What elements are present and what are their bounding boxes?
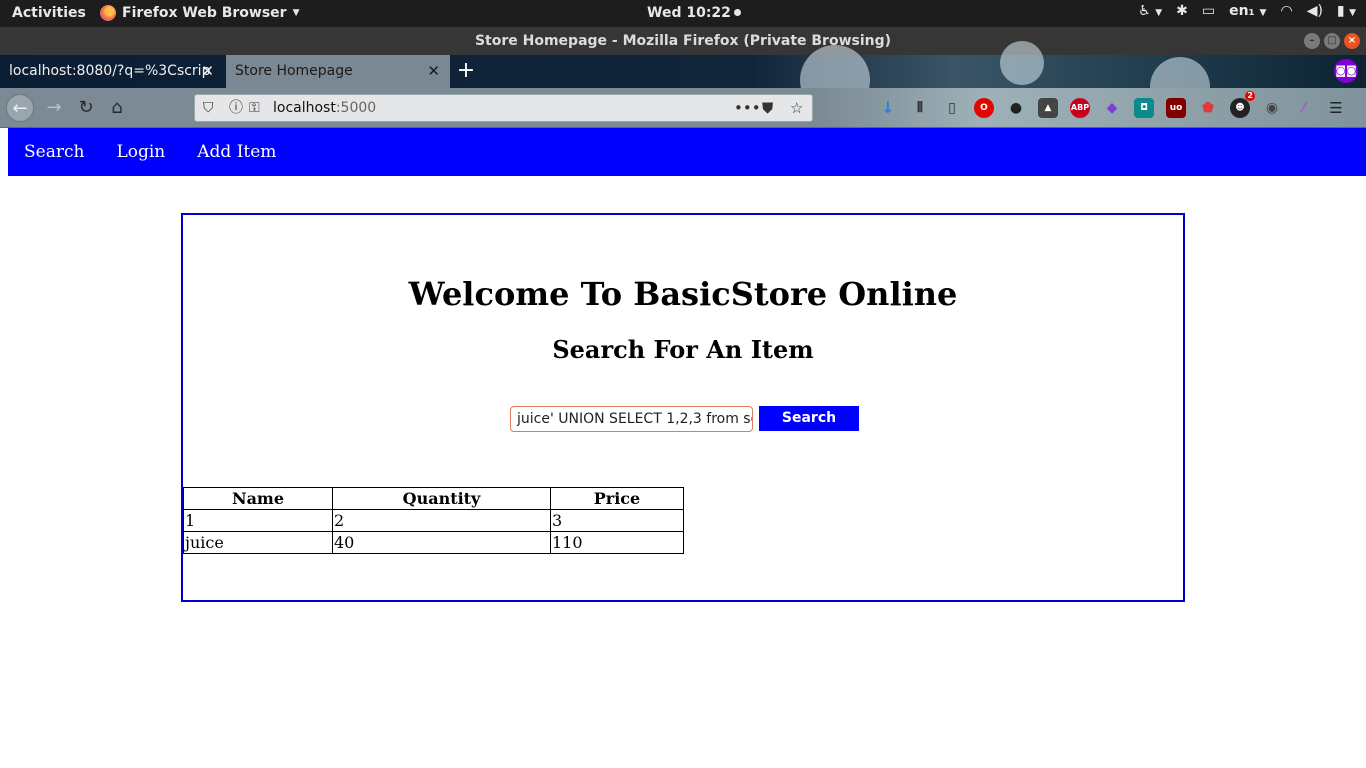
more-actions-icon[interactable]: ••• [734, 95, 761, 121]
close-window-icon[interactable]: × [1344, 33, 1360, 49]
results-table: Name Quantity Price 1 2 3 juice 40 110 [183, 487, 684, 554]
adblock-plus-icon[interactable]: ABP [1070, 98, 1090, 118]
sidebar-icon[interactable]: ▯ [942, 98, 962, 118]
table-row: juice 40 110 [183, 531, 684, 554]
firefox-icon [100, 5, 116, 21]
hamburger-menu-icon[interactable]: ☰ [1326, 98, 1346, 118]
main-content-box: Welcome To BasicStore Online Search For … [181, 213, 1185, 602]
site-nav-bar: Search Login Add Item [8, 128, 1366, 176]
ublock-icon[interactable]: uo [1166, 98, 1186, 118]
system-top-bar: Activities Firefox Web Browser ▼ Wed 10:… [0, 0, 1366, 27]
notification-badge: 2 [1245, 91, 1255, 101]
maximize-icon[interactable]: □ [1324, 33, 1340, 49]
tab-label: Store Homepage [235, 63, 353, 79]
close-icon[interactable]: ✕ [427, 55, 440, 88]
camera-extension-icon[interactable]: ◘ [1134, 98, 1154, 118]
library-icon[interactable]: ⫴ [910, 98, 930, 118]
minimize-icon[interactable]: – [1304, 33, 1320, 49]
download-icon[interactable]: ↓ [878, 98, 898, 118]
search-button[interactable]: Search [759, 406, 859, 431]
battery-icon[interactable]: ▮ ▼ [1337, 3, 1356, 19]
column-header-quantity: Quantity [332, 487, 551, 510]
hat-extension-icon[interactable]: ▲ [1038, 98, 1058, 118]
column-header-price: Price [550, 487, 684, 510]
system-tray[interactable]: ♿ ▼ ✱ ▭ en₁ ▼ ◠ ◀) ▮ ▼ [1138, 3, 1356, 19]
volume-icon[interactable]: ◀) [1307, 3, 1323, 19]
close-icon[interactable]: ✕ [201, 55, 214, 88]
key-icon[interactable]: ⚿ [249, 95, 260, 121]
nav-link-search[interactable]: Search [8, 128, 100, 176]
new-tab-icon[interactable]: + [456, 58, 476, 83]
cell-quantity: 40 [332, 531, 551, 554]
activities-button[interactable]: Activities [12, 5, 86, 21]
account-icon[interactable]: ◉ [1262, 98, 1282, 118]
theme-bokeh [1000, 41, 1044, 85]
tab-strip: localhost:8080/?q=%3Cscrip ✕ Store Homep… [0, 41, 1366, 117]
tab-label: localhost:8080/?q=%3Cscrip [9, 63, 211, 79]
window-controls: – □ × [1304, 33, 1360, 49]
bookmark-star-icon[interactable]: ☆ [790, 95, 803, 121]
url-text: localhost:5000 [273, 95, 376, 121]
table-header-row: Name Quantity Price [183, 487, 684, 510]
language-indicator[interactable]: en₁ ▼ [1229, 3, 1266, 19]
pocket-icon[interactable]: ⛊ [762, 95, 773, 121]
clock-label: Wed 10:22 [647, 5, 731, 21]
diamond-extension-icon[interactable]: ◆ [1102, 98, 1122, 118]
home-icon[interactable]: ⌂ [103, 94, 131, 122]
url-host: localhost [273, 100, 336, 116]
search-input[interactable]: juice' UNION SELECT 1,2,3 from sq [510, 406, 753, 432]
url-bar[interactable]: ⛉ ⓘ ⚿ localhost:5000 ••• ⛊ ☆ [194, 94, 813, 122]
display-icon[interactable]: ▭ [1202, 3, 1215, 19]
back-icon[interactable]: ← [6, 94, 34, 122]
url-port: :5000 [335, 100, 377, 116]
language-label: en₁ [1229, 3, 1255, 19]
brush-extension-icon[interactable]: ⁄ [1294, 98, 1314, 118]
app-menu-label: Firefox Web Browser [122, 5, 287, 21]
tab-localhost-8080[interactable]: localhost:8080/?q=%3Cscrip ✕ [0, 55, 224, 88]
column-header-name: Name [183, 487, 333, 510]
accessibility-icon[interactable]: ♿ ▼ [1138, 3, 1162, 19]
shield-icon[interactable]: ⛉ [203, 95, 214, 121]
private-browsing-icon: ◙◙ [1334, 59, 1358, 83]
nav-link-login[interactable]: Login [100, 128, 181, 176]
cell-quantity: 2 [332, 509, 551, 532]
privacy-badger-icon[interactable]: ⬟ [1198, 98, 1218, 118]
tab-store-homepage[interactable]: Store Homepage ✕ [226, 55, 450, 88]
table-row: 1 2 3 [183, 509, 684, 532]
ghostery-icon[interactable]: ☻ 2 [1230, 91, 1255, 118]
reload-icon[interactable]: ↻ [72, 94, 100, 122]
nav-toolbar: ← → ↻ ⌂ ⛉ ⓘ ⚿ localhost:5000 ••• ⛊ ☆ ↓ ⫴… [0, 88, 1366, 128]
notification-dot-icon [733, 9, 741, 16]
cell-name: 1 [183, 509, 333, 532]
cell-name: juice [183, 531, 333, 554]
cell-price: 3 [550, 509, 684, 532]
app-menu[interactable]: Firefox Web Browser ▼ [100, 5, 300, 21]
page-subtitle: Search For An Item [552, 335, 814, 364]
wifi-icon[interactable]: ◠ [1280, 3, 1292, 19]
chevron-down-icon: ▼ [292, 8, 300, 18]
clock[interactable]: Wed 10:22 [647, 5, 741, 21]
page-title: Welcome To BasicStore Online [408, 275, 958, 313]
forward-icon[interactable]: → [40, 94, 68, 122]
bluetooth-icon[interactable]: ✱ [1176, 3, 1188, 19]
window-title-bar: Store Homepage - Mozilla Firefox (Privat… [0, 27, 1366, 55]
balls-extension-icon[interactable]: ● [1006, 98, 1026, 118]
opera-extension-icon[interactable]: O [974, 98, 994, 118]
cell-price: 110 [550, 531, 684, 554]
nav-link-add-item[interactable]: Add Item [181, 128, 292, 176]
info-icon[interactable]: ⓘ [229, 95, 243, 121]
extension-toolbar: ↓ ⫴ ▯ O ● ▲ ABP ◆ ◘ uo ⬟ ☻ 2 ◉ ⁄ ☰ [878, 91, 1346, 118]
